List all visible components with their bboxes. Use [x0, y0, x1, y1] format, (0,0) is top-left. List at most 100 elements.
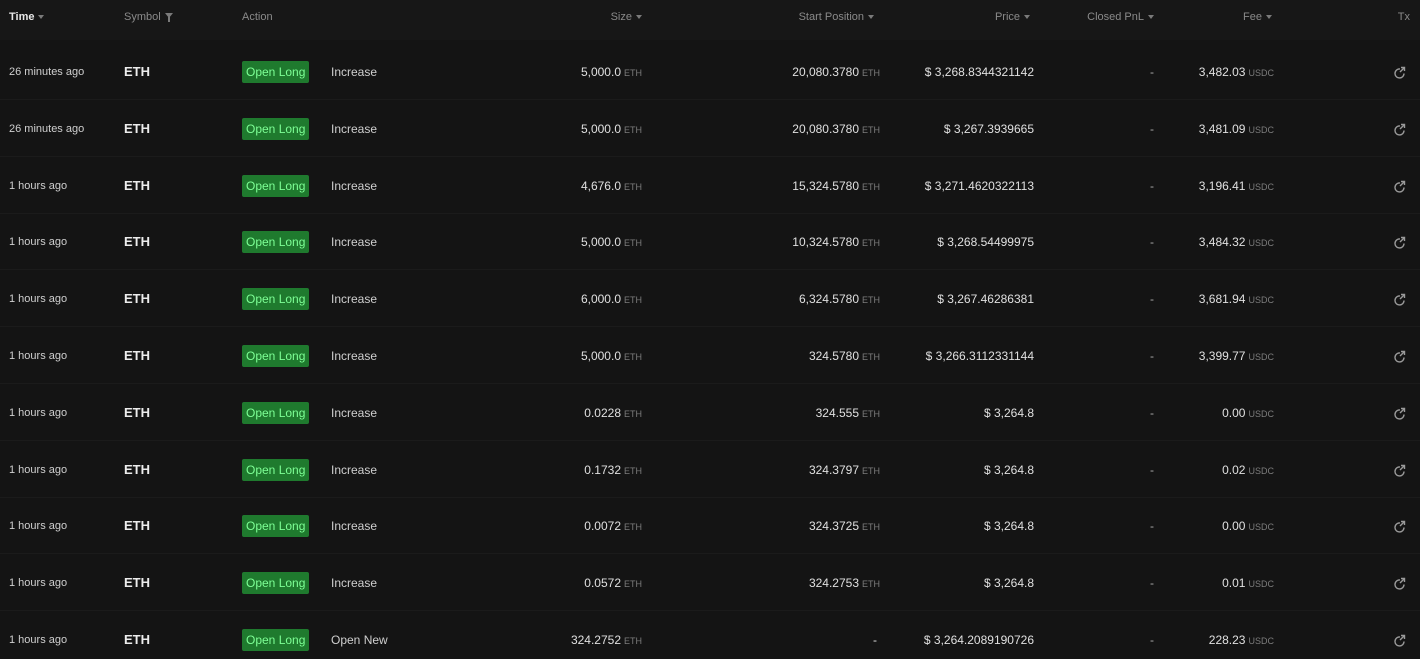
external-link-icon[interactable] [1393, 350, 1407, 364]
trade-price: $ 3,271.4620322113 [924, 178, 1034, 193]
closed-pnl: - [1150, 633, 1154, 647]
trade-fee-value: 3,196.41 [1198, 178, 1246, 193]
external-link-icon[interactable] [1393, 577, 1407, 591]
trade-price: $ 3,266.3112331144 [925, 349, 1034, 363]
start-position: 20,080.3780 ETH [792, 64, 880, 81]
start-position: 6,324.5780 ETH [799, 291, 880, 308]
trade-size-unit: ETH [624, 579, 642, 590]
trade-symbol[interactable]: ETH [124, 462, 150, 478]
column-header-symbol-label: Symbol [124, 11, 161, 23]
trade-symbol[interactable]: ETH [124, 405, 150, 421]
column-header-size-label: Size [610, 11, 632, 23]
trade-size: 0.0072 ETH [584, 518, 642, 535]
table-row: 1 hours ago ETH Open Long Increase 0.0228 ETH… [0, 385, 1420, 441]
action-detail: Increase [331, 292, 378, 307]
column-header-time[interactable]: Time [9, 11, 45, 23]
start-position-unit: ETH [862, 124, 880, 135]
trade-symbol[interactable]: ETH [124, 234, 150, 250]
trade-time: 1 hours ago [9, 520, 68, 533]
trade-size-unit: ETH [624, 636, 642, 646]
trade-price: $ 3,264.8 [983, 519, 1034, 534]
trade-fee: 0.00 USDC [1222, 405, 1274, 422]
external-link-icon[interactable] [1393, 634, 1407, 648]
start-position-unit: ETH [862, 352, 880, 362]
trade-size: 324.2752 ETH [571, 632, 642, 649]
trade-size-unit: ETH [624, 522, 642, 533]
action-badge: Open Long [242, 174, 310, 197]
trade-size-unit: ETH [624, 68, 642, 78]
start-position: 10,324.5780 ETH [792, 234, 880, 251]
trade-price: $ 3,267.3939665 [943, 121, 1034, 136]
trade-symbol[interactable]: ETH [124, 64, 150, 80]
closed-pnl: - [1150, 292, 1154, 307]
trade-fee-value: 0.02 [1222, 462, 1246, 477]
chevron-down-icon [1148, 15, 1154, 19]
trade-fee: 3,399.77 USDC [1199, 348, 1274, 365]
action-detail: Open New [331, 633, 388, 647]
action-badge: Open Long [242, 515, 310, 538]
trade-symbol[interactable]: ETH [124, 518, 150, 534]
trade-size-unit: ETH [624, 181, 642, 192]
trade-symbol[interactable]: ETH [124, 632, 150, 648]
column-header-tx-label: Tx [1397, 11, 1410, 23]
external-link-icon[interactable] [1393, 520, 1407, 534]
trade-fee-value: 0.01 [1222, 576, 1246, 591]
external-link-icon[interactable] [1393, 464, 1407, 478]
start-position-unit: ETH [862, 579, 880, 590]
trade-time: 1 hours ago [9, 236, 68, 249]
trade-fee-unit: USDC [1248, 522, 1274, 533]
column-header-size[interactable]: Size [611, 11, 642, 23]
trade-symbol[interactable]: ETH [124, 575, 150, 591]
trade-size-unit: ETH [624, 408, 642, 419]
trade-symbol[interactable]: ETH [124, 291, 150, 307]
filter-icon[interactable] [164, 12, 174, 22]
trade-symbol[interactable]: ETH [124, 178, 150, 194]
start-position-value: 324.5780 [808, 349, 859, 363]
trade-fee: 3,482.03 USDC [1199, 64, 1274, 81]
column-header-symbol[interactable]: Symbol [124, 11, 174, 23]
trade-size-value: 6,000.0 [580, 292, 621, 307]
column-header-start-position[interactable]: Start Position [799, 11, 874, 23]
action-badge: Open Long [242, 345, 310, 367]
closed-pnl: - [1150, 235, 1154, 250]
external-link-icon[interactable] [1393, 293, 1407, 307]
trade-fee-unit: USDC [1248, 636, 1274, 646]
column-header-time-label: Time [9, 11, 35, 23]
closed-pnl: - [1150, 178, 1154, 193]
table-row: 1 hours ago ETH Open Long Increase 6,000.0 ET… [0, 271, 1420, 328]
start-position-value: 20,080.3780 [792, 65, 859, 79]
trade-symbol[interactable]: ETH [124, 121, 150, 137]
start-position-unit: ETH [862, 522, 880, 533]
trade-size-unit: ETH [624, 124, 642, 135]
action-badge: Open Long [242, 458, 310, 481]
start-position: 324.2753 ETH [809, 575, 880, 592]
external-link-icon[interactable] [1393, 236, 1407, 250]
external-link-icon[interactable] [1393, 180, 1407, 194]
external-link-icon[interactable] [1393, 407, 1407, 421]
trade-fee-unit: USDC [1248, 238, 1274, 249]
trade-fee-unit: USDC [1248, 579, 1274, 590]
closed-pnl: - [1150, 462, 1154, 477]
trade-size: 6,000.0 ETH [581, 291, 642, 308]
trade-fee-value: 3,482.03 [1198, 65, 1246, 79]
start-position: - [873, 632, 880, 649]
external-link-icon[interactable] [1393, 66, 1407, 80]
external-link-icon[interactable] [1393, 123, 1407, 137]
trade-fee: 3,196.41 USDC [1199, 178, 1274, 195]
column-header-price[interactable]: Price [995, 11, 1030, 23]
column-header-tx: Tx [1398, 11, 1410, 23]
table-row: 1 hours ago ETH Open Long Increase 4,676.0 ET… [0, 158, 1420, 214]
table-row: 1 hours ago ETH Open Long Open New 324.2752 E… [0, 612, 1420, 659]
column-header-fee[interactable]: Fee [1243, 11, 1272, 23]
start-position: 324.5780 ETH [809, 348, 880, 365]
trade-fee: 0.02 USDC [1222, 462, 1274, 479]
action-badge: Open Long [242, 231, 310, 254]
column-header-closed-pnl[interactable]: Closed PnL [1087, 11, 1154, 23]
trade-fee: 0.01 USDC [1222, 575, 1274, 592]
trade-fee-value: 3,481.09 [1198, 121, 1246, 136]
start-position-unit: ETH [862, 68, 880, 78]
trade-symbol[interactable]: ETH [124, 348, 150, 364]
trade-size-value: 0.0228 [584, 405, 621, 420]
start-position-unit: ETH [862, 295, 880, 306]
trade-size-value: 5,000.0 [580, 235, 621, 250]
